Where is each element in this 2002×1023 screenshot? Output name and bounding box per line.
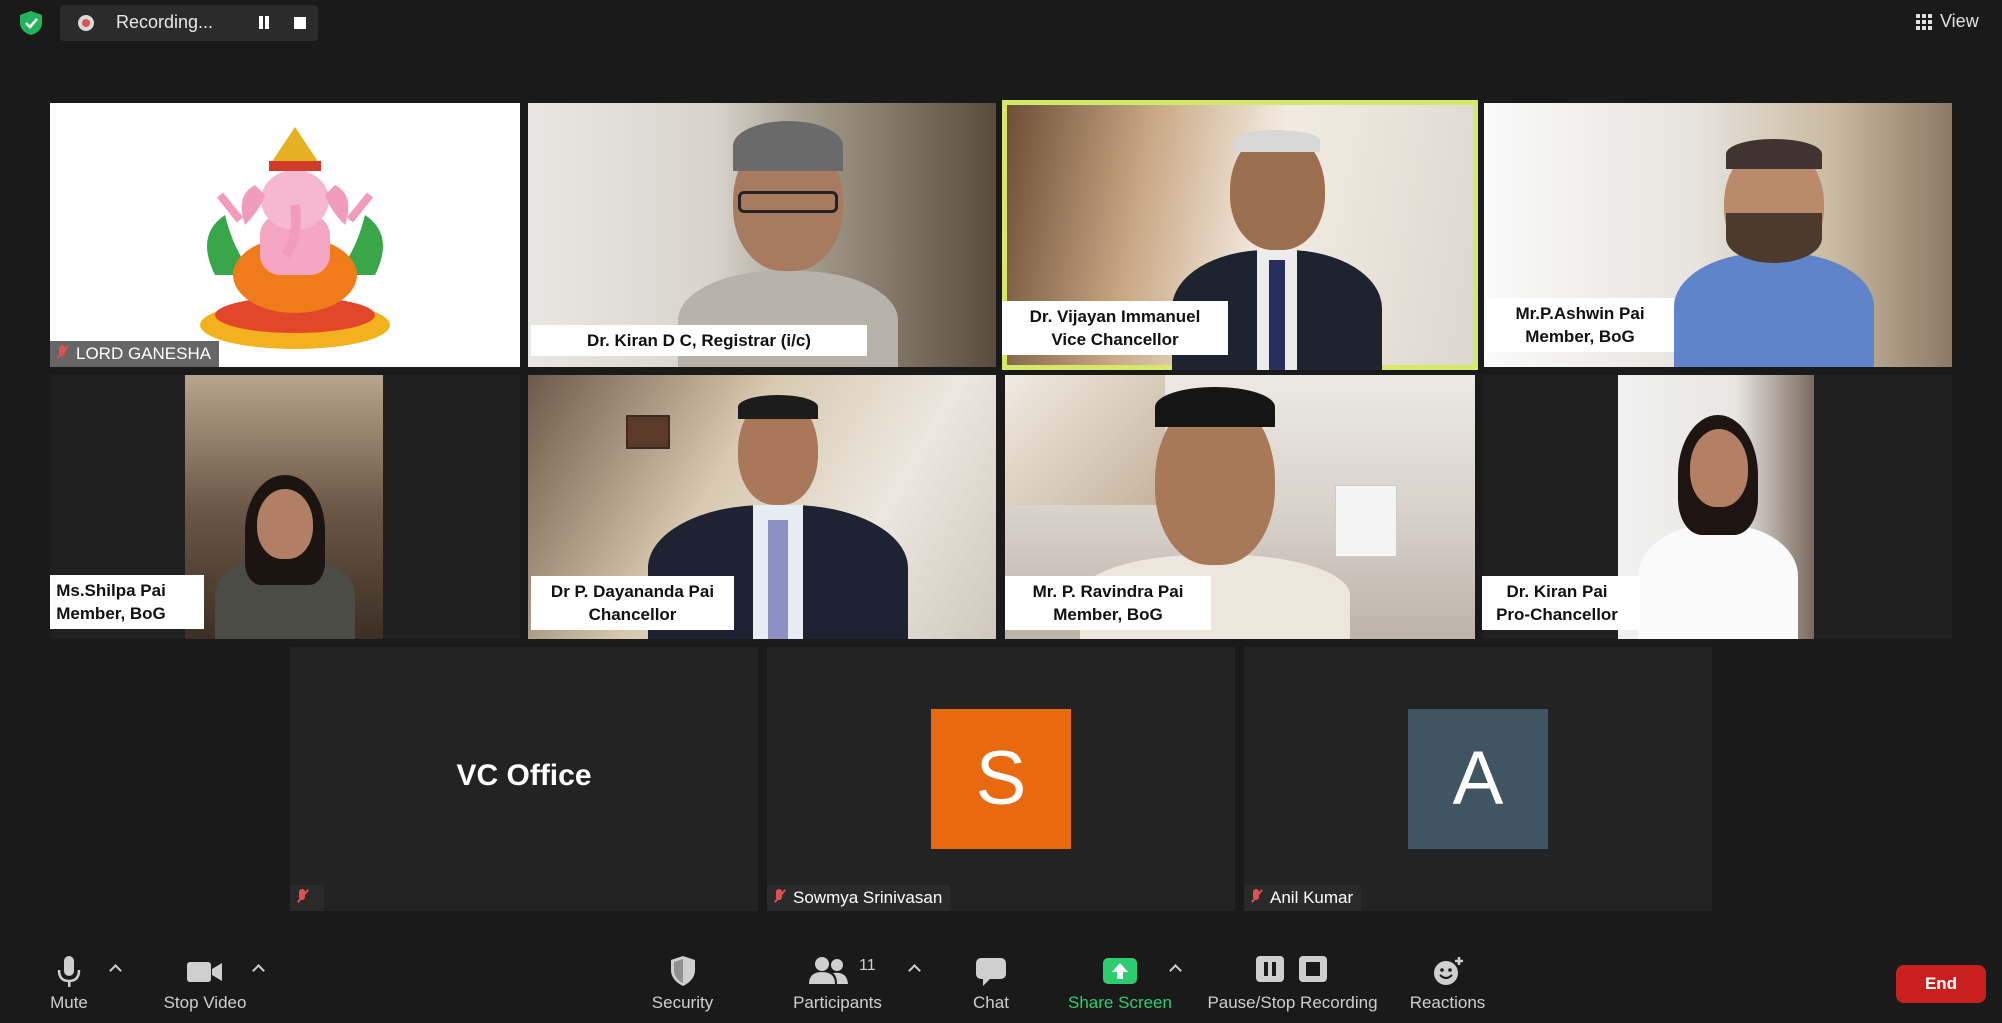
participant-name-tag: Sowmya Srinivasan <box>767 885 951 911</box>
stop-video-label: Stop Video <box>163 993 247 1012</box>
chat-button[interactable]: Chat <box>955 943 1027 1023</box>
participant-name-tag: Anil Kumar <box>1244 885 1362 911</box>
muted-mic-icon <box>1250 889 1262 905</box>
ganesha-image <box>200 127 390 349</box>
share-screen-label: Share Screen <box>1068 993 1172 1012</box>
participant-video <box>1618 375 1814 639</box>
participant-display-name: VC Office <box>456 759 592 792</box>
video-tile-kiran-dc[interactable]: Dr. Kiran D C, Registrar (i/c) <box>528 103 996 367</box>
end-meeting-button[interactable]: End <box>1896 965 1986 1003</box>
grid-view-icon <box>1916 14 1932 30</box>
reactions-label: Reactions <box>1409 993 1486 1012</box>
caption-line: Dr. Kiran D C, Registrar (i/c) <box>587 331 811 350</box>
chat-label: Chat <box>973 993 1009 1012</box>
reactions-icon <box>1433 957 1463 985</box>
participant-name-tag: LORD GANESHA <box>50 341 220 367</box>
video-tile-ravindra[interactable]: Mr. P. Ravindra Pai Member, BoG <box>1005 375 1475 639</box>
participant-name: LORD GANESHA <box>76 344 212 363</box>
participant-caption: Dr. Vijayan Immanuel Vice Chancellor <box>1002 301 1228 355</box>
caption-line-2: Pro-Chancellor <box>1496 605 1618 624</box>
security-shield-icon <box>670 956 695 986</box>
chevron-up-icon[interactable] <box>110 963 120 973</box>
caption-line-1: Ms.Shilpa Pai <box>56 581 166 600</box>
video-tile-anil[interactable]: A Anil Kumar <box>1244 647 1712 911</box>
recording-dot-icon <box>78 15 94 31</box>
participant-video <box>185 375 383 639</box>
video-tile-dayananda[interactable]: Dr P. Dayananda Pai Chancellor <box>528 375 996 639</box>
participants-count: 11 <box>859 957 876 974</box>
muted-mic-icon <box>773 889 785 905</box>
participant-figure <box>1638 405 1798 639</box>
participant-caption: Mr.P.Ashwin Pai Member, BoG <box>1486 298 1674 352</box>
caption-line-1: Dr. Vijayan Immanuel <box>1029 307 1201 326</box>
caption-line-2: Member, BoG <box>1525 327 1635 346</box>
participant-caption: Dr P. Dayananda Pai Chancellor <box>531 576 734 630</box>
muted-mic-icon <box>296 889 308 905</box>
chevron-up-icon[interactable] <box>909 963 919 973</box>
participant-figure <box>215 475 355 639</box>
chevron-up-icon[interactable] <box>253 963 263 973</box>
participant-caption: Dr. Kiran Pai Pro-Chancellor <box>1482 576 1640 630</box>
video-tile-sowmya[interactable]: S Sowmya Srinivasan <box>767 647 1235 911</box>
top-bar: Recording... View <box>0 0 2002 44</box>
participant-caption: Ms.Shilpa Pai Member, BoG <box>50 575 204 629</box>
security-button[interactable]: Security <box>640 943 725 1023</box>
stop-icon[interactable] <box>294 17 306 29</box>
participants-button[interactable]: 11 Participants <box>785 943 890 1023</box>
view-label: View <box>1940 11 1979 31</box>
meeting-toolbar: Mute Stop Video Security 11 Participants <box>0 943 2002 1023</box>
mute-label: Mute <box>50 993 88 1012</box>
avatar: A <box>1408 709 1548 849</box>
video-tile-vc-office[interactable]: VC Office <box>290 647 758 911</box>
shield-icon[interactable] <box>18 10 44 36</box>
pause-stop-recording-button[interactable]: Pause/Stop Recording <box>1200 943 1385 1023</box>
caption-line-2: Chancellor <box>588 605 677 624</box>
participants-label: Participants <box>793 993 882 1012</box>
caption-line-2: Vice Chancellor <box>1051 330 1179 349</box>
caption-line-1: Mr. P. Ravindra Pai <box>1032 582 1184 601</box>
video-tile-shilpa[interactable]: Ms.Shilpa Pai Member, BoG <box>50 375 520 639</box>
recording-label: Recording... <box>116 12 214 32</box>
pause-stop-recording-label: Pause/Stop Recording <box>1207 993 1378 1012</box>
participant-name: Anil Kumar <box>1270 888 1354 907</box>
caption-line-2: Member, BoG <box>56 604 166 623</box>
avatar: S <box>931 709 1071 849</box>
participant-name: Sowmya Srinivasan <box>793 888 943 907</box>
video-tile-vijayan-active-speaker[interactable]: Dr. Vijayan Immanuel Vice Chancellor <box>1002 100 1478 370</box>
stop-recording-icon <box>1298 956 1327 982</box>
participant-caption: Mr. P. Ravindra Pai Member, BoG <box>1005 576 1211 630</box>
caption-line-1: Dr. Kiran Pai <box>1506 582 1608 601</box>
mute-button[interactable]: Mute <box>30 943 108 1023</box>
participants-icon <box>809 957 849 984</box>
video-tile-ganesha[interactable]: LORD GANESHA <box>50 103 520 367</box>
corner-decor <box>496 103 520 203</box>
participant-video <box>1664 133 1884 367</box>
chat-icon <box>976 958 1006 986</box>
microphone-icon <box>57 956 81 987</box>
stop-video-button[interactable]: Stop Video <box>150 943 260 1023</box>
pause-recording-icon <box>1256 956 1285 982</box>
chevron-up-icon[interactable] <box>1170 963 1180 973</box>
video-tile-ashwin[interactable]: Mr.P.Ashwin Pai Member, BoG <box>1484 103 1952 367</box>
caption-line-1: Dr P. Dayananda Pai <box>550 582 715 601</box>
participant-caption: Dr. Kiran D C, Registrar (i/c) <box>531 325 867 356</box>
participant-name-tag <box>290 885 324 911</box>
caption-line-1: Mr.P.Ashwin Pai <box>1515 304 1645 323</box>
view-button[interactable]: View <box>1910 8 1990 36</box>
security-label: Security <box>651 993 714 1012</box>
share-screen-icon <box>1103 958 1137 984</box>
pause-icon[interactable] <box>256 15 272 31</box>
muted-mic-icon <box>56 345 68 361</box>
video-camera-icon <box>187 962 222 982</box>
reactions-button[interactable]: Reactions <box>1400 943 1495 1023</box>
caption-line-2: Member, BoG <box>1053 605 1163 624</box>
share-screen-button[interactable]: Share Screen <box>1060 943 1180 1023</box>
video-tile-kiran-pai[interactable]: Dr. Kiran Pai Pro-Chancellor <box>1482 375 1952 639</box>
recording-indicator: Recording... <box>60 5 318 41</box>
